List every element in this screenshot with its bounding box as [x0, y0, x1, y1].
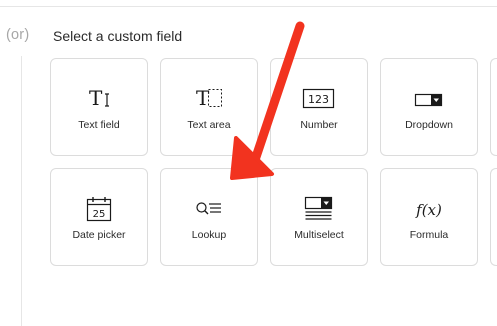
lookup-icon: [161, 195, 257, 223]
formula-icon-text: f(x): [415, 201, 442, 219]
lookup-option[interactable]: Lookup: [160, 168, 258, 266]
clipped-option[interactable]: [490, 58, 497, 156]
lookup-label: Lookup: [191, 229, 227, 241]
text-field-option[interactable]: T Text field: [50, 58, 148, 156]
dropdown-label: Dropdown: [405, 119, 453, 131]
number-icon-text: 123: [308, 93, 329, 106]
date-picker-option[interactable]: 25 Date picker: [50, 168, 148, 266]
formula-option[interactable]: f(x) Formula: [380, 168, 478, 266]
svg-text:T: T: [196, 86, 210, 110]
calendar-icon: 25: [51, 195, 147, 223]
multiselect-option[interactable]: Multiselect: [270, 168, 368, 266]
formula-label: Formula: [409, 229, 449, 241]
vertical-rule: [21, 56, 22, 326]
clipped-option[interactable]: [490, 168, 497, 266]
multiselect-label: Multiselect: [294, 229, 344, 241]
top-divider: [0, 6, 497, 7]
date-picker-label: Date picker: [72, 229, 126, 241]
custom-field-picker: (or) Select a custom field T Text field …: [0, 0, 497, 326]
text-area-option[interactable]: T Text area: [160, 58, 258, 156]
section-title: Select a custom field: [53, 28, 183, 44]
text-area-icon: T: [161, 85, 257, 113]
annotation-arrow: [230, 21, 305, 180]
text-area-label: Text area: [187, 119, 231, 131]
svg-text:T: T: [89, 86, 103, 110]
number-icon: 123: [271, 85, 367, 113]
number-label: Number: [300, 119, 338, 131]
formula-icon: f(x): [381, 195, 477, 223]
dropdown-icon: [381, 85, 477, 113]
or-divider-label: (or): [6, 27, 30, 43]
multiselect-icon: [271, 195, 367, 223]
text-field-icon: T: [51, 85, 147, 113]
calendar-icon-text: 25: [93, 209, 106, 220]
number-option[interactable]: 123 Number: [270, 58, 368, 156]
dropdown-option[interactable]: Dropdown: [380, 58, 478, 156]
text-field-label: Text field: [78, 119, 120, 131]
